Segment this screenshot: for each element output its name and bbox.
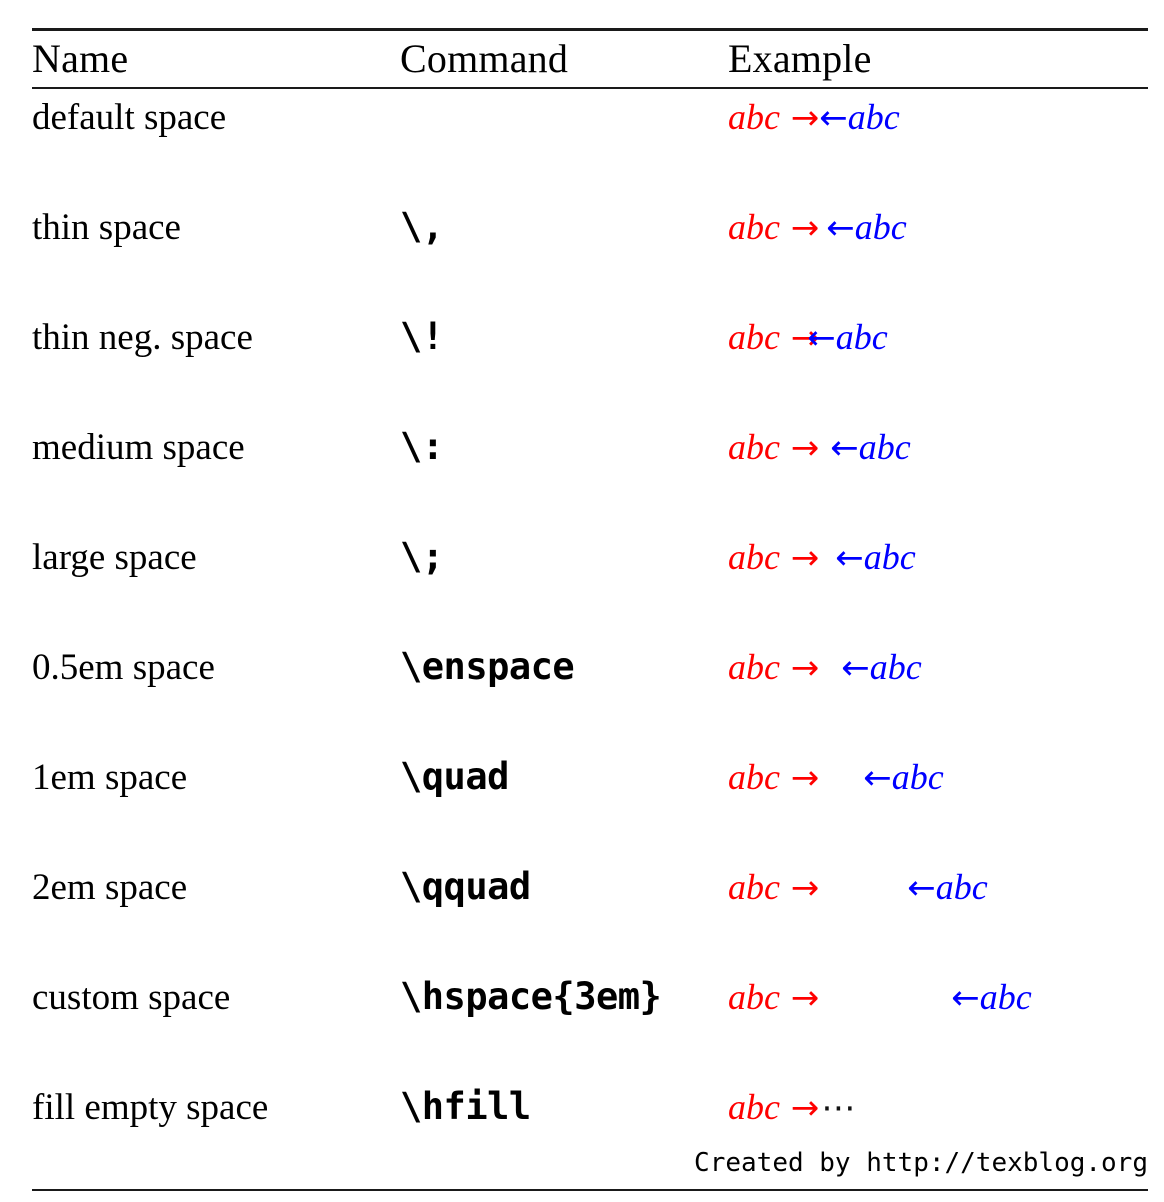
- example-left-text: abc: [728, 536, 780, 577]
- row-example-cell: abc →←abc: [728, 89, 1148, 199]
- row-command-cell: \enspace: [400, 644, 575, 688]
- row-command-cell: \quad: [400, 754, 509, 798]
- example-left-text: abc: [728, 646, 780, 687]
- table-bottom-rule: [32, 1188, 1148, 1192]
- example-left-text: abc: [728, 206, 780, 247]
- row-name-cell: thin neg. space: [32, 316, 253, 358]
- table-row: thin space \, abc → ←abc: [32, 199, 1148, 309]
- left-arrow-icon: ←: [830, 427, 859, 468]
- table-row: 1em space \quad abc → ←abc: [32, 749, 1148, 859]
- example-left-text: abc: [728, 1086, 780, 1127]
- row-example-cell: abc →←abc: [728, 199, 1148, 309]
- left-arrow-icon: ←: [863, 757, 892, 798]
- example-left-text: abc: [728, 316, 780, 357]
- example-demo: abc →←abc: [728, 529, 916, 586]
- left-arrow-icon: ←: [835, 537, 864, 578]
- row-command-cell: \hspace{3em}: [400, 974, 662, 1018]
- example-demo: abc →←abc: [728, 89, 900, 146]
- table-row: custom space \hspace{3em} abc → ←abc: [32, 969, 1148, 1079]
- right-arrow-icon: →: [779, 427, 820, 468]
- left-arrow-icon: ←: [907, 867, 936, 908]
- row-command-cell: \,: [400, 204, 444, 248]
- latex-spacing-table-body: default space abc →←abc thin space \, abc → ←…: [32, 89, 1148, 1189]
- left-arrow-icon: ←: [951, 977, 980, 1018]
- example-left-text: abc: [728, 96, 780, 137]
- row-example-cell: abc →←abc: [728, 749, 1148, 859]
- left-arrow-icon: ←: [841, 647, 870, 688]
- row-command-cell: \:: [400, 424, 444, 468]
- table-row: thin neg. space \! abc →←abc: [32, 309, 1148, 419]
- example-demo: abc →←abc: [728, 749, 944, 806]
- row-example-cell: abc →←abc: [728, 529, 1148, 639]
- example-right-text: abc: [863, 536, 916, 577]
- right-arrow-icon: →: [779, 97, 820, 138]
- table-row: medium space \: abc → ←abc: [32, 419, 1148, 529]
- row-name-cell: medium space: [32, 426, 245, 468]
- right-arrow-icon: →: [779, 1087, 820, 1128]
- example-right-text: abc: [835, 316, 888, 357]
- row-example-cell: abc →←abc: [728, 419, 1148, 529]
- table-row: large space \; abc → ←abc: [32, 529, 1148, 639]
- right-arrow-icon: →: [779, 207, 820, 248]
- footer-credit: Created by http://texblog.org: [694, 1148, 1148, 1178]
- table-row: default space abc →←abc: [32, 89, 1148, 199]
- example-right-text: abc: [935, 866, 988, 907]
- right-arrow-icon: →: [779, 757, 820, 798]
- right-arrow-icon: →: [779, 977, 820, 1018]
- row-command-cell: \;: [400, 534, 444, 578]
- table-row: 0.5em space \enspace abc → ←abc: [32, 639, 1148, 749]
- row-name-cell: custom space: [32, 976, 231, 1018]
- example-left-text: abc: [728, 756, 780, 797]
- example-demo: abc →←abc: [728, 639, 922, 696]
- table-header-row: Name Command Example: [32, 31, 1148, 87]
- example-left-text: abc: [728, 866, 780, 907]
- row-name-cell: default space: [32, 96, 227, 138]
- row-command-cell: \!: [400, 314, 444, 358]
- row-name-cell: 1em space: [32, 756, 188, 798]
- table-row: 2em space \qquad abc → ←abc: [32, 859, 1148, 969]
- example-demo: abc →←abc: [728, 199, 907, 256]
- example-demo: abc →←abc: [728, 859, 988, 916]
- example-right-text: abc: [979, 976, 1032, 1017]
- row-example-cell: abc →←abc: [728, 309, 1148, 419]
- example-right-text: abc: [847, 96, 900, 137]
- table-body: default space abc →←abc thin space \, abc → ←…: [32, 89, 1148, 1189]
- example-demo: abc →←abc: [728, 969, 1032, 1026]
- row-command-cell: [400, 89, 728, 199]
- row-example-cell: abc →←abc: [728, 969, 1148, 1079]
- row-name-cell: large space: [32, 536, 197, 578]
- column-header-command: Command: [400, 35, 569, 81]
- example-demo: abc →⋯: [728, 1079, 856, 1136]
- row-name-cell: thin space: [32, 206, 181, 248]
- row-example-cell: abc →←abc: [728, 639, 1148, 749]
- right-arrow-icon: →: [779, 647, 820, 688]
- example-left-text: abc: [728, 426, 780, 467]
- example-right-text: abc: [854, 206, 907, 247]
- row-example-cell: abc →←abc: [728, 859, 1148, 969]
- column-header-name: Name: [32, 35, 129, 81]
- example-right-text: abc: [891, 756, 944, 797]
- left-arrow-icon: ←: [819, 97, 848, 138]
- document-page: Name Command Example default space abc →←…: [0, 0, 1164, 1202]
- example-demo: abc →←abc: [728, 309, 888, 366]
- row-command-cell: \qquad: [400, 864, 531, 908]
- row-name-cell: 0.5em space: [32, 646, 215, 688]
- example-right-text: abc: [858, 426, 911, 467]
- left-arrow-icon: ←: [826, 207, 855, 248]
- example-left-text: abc: [728, 976, 780, 1017]
- right-arrow-icon: →: [779, 537, 820, 578]
- example-demo: abc →←abc: [728, 419, 911, 476]
- column-header-example: Example: [728, 35, 872, 81]
- spacing-table-container: Name Command Example default space abc →←…: [32, 28, 1148, 1192]
- latex-spacing-table: Name Command Example: [32, 31, 1148, 87]
- example-right-text: abc: [869, 646, 922, 687]
- right-arrow-icon: →: [779, 867, 820, 908]
- row-name-cell: 2em space: [32, 866, 188, 908]
- left-arrow-icon: ←: [807, 317, 836, 358]
- ellipsis-icon: ⋯: [821, 1087, 857, 1128]
